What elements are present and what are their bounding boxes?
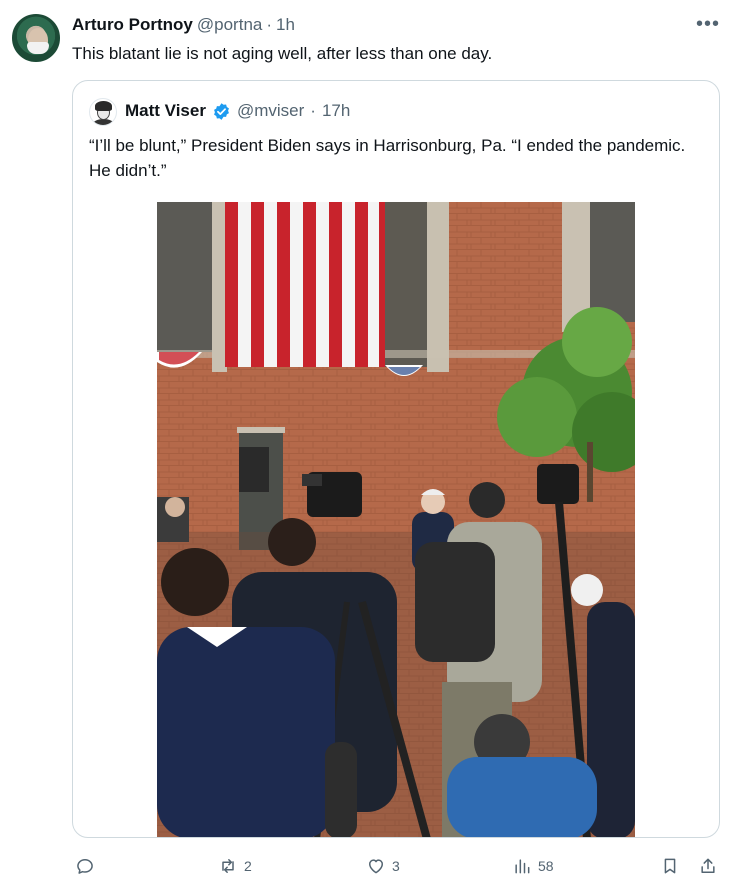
avatar-body: [93, 119, 114, 125]
avatar-hair: [95, 101, 112, 111]
bookmark-icon: [664, 858, 676, 874]
tweet-header: Arturo Portnoy @portna · 1h: [72, 14, 295, 36]
author-name[interactable]: Arturo Portnoy: [72, 14, 193, 36]
like-button[interactable]: 3: [366, 856, 400, 876]
reply-button[interactable]: [75, 856, 101, 876]
quote-author-avatar[interactable]: [89, 98, 117, 126]
retweet-count: 2: [244, 858, 252, 874]
like-count: 3: [392, 858, 400, 874]
quoted-tweet[interactable]: Matt Viser @mviser · 17h “I’ll be blunt,…: [72, 80, 720, 838]
quote-author-handle[interactable]: @mviser: [237, 99, 304, 123]
quote-text: “I’ll be blunt,” President Biden says in…: [89, 136, 686, 180]
photo-illustration: [157, 202, 635, 837]
views-icon: [515, 859, 530, 874]
flag: [225, 202, 385, 367]
reply-icon: [77, 859, 93, 874]
quote-header: Matt Viser @mviser · 17h: [125, 99, 350, 123]
heart-icon: [369, 859, 383, 874]
views-button[interactable]: 58: [512, 856, 554, 876]
tweet-actions: 2 3 58: [0, 848, 742, 888]
quote-photo[interactable]: [157, 202, 635, 837]
quote-separator: ·: [310, 101, 316, 120]
author-avatar[interactable]: [12, 14, 60, 62]
share-button[interactable]: [698, 856, 718, 876]
views-count: 58: [538, 858, 554, 874]
verified-badge-icon: [214, 102, 229, 120]
tweet-time[interactable]: 1h: [276, 14, 295, 36]
quote-time[interactable]: 17h: [322, 99, 350, 123]
quote-author-name[interactable]: Matt Viser: [125, 99, 206, 123]
header-separator: ·: [266, 15, 273, 34]
retweet-button[interactable]: 2: [218, 856, 252, 876]
avatar-mask: [27, 42, 49, 54]
author-handle[interactable]: @portna: [197, 14, 262, 36]
share-icon: [701, 858, 715, 873]
more-horizontal-icon[interactable]: •••: [696, 14, 720, 34]
bookmark-button[interactable]: [660, 856, 680, 876]
tweet-text: This blatant lie is not aging well, afte…: [72, 44, 493, 63]
retweet-icon: [222, 859, 234, 873]
